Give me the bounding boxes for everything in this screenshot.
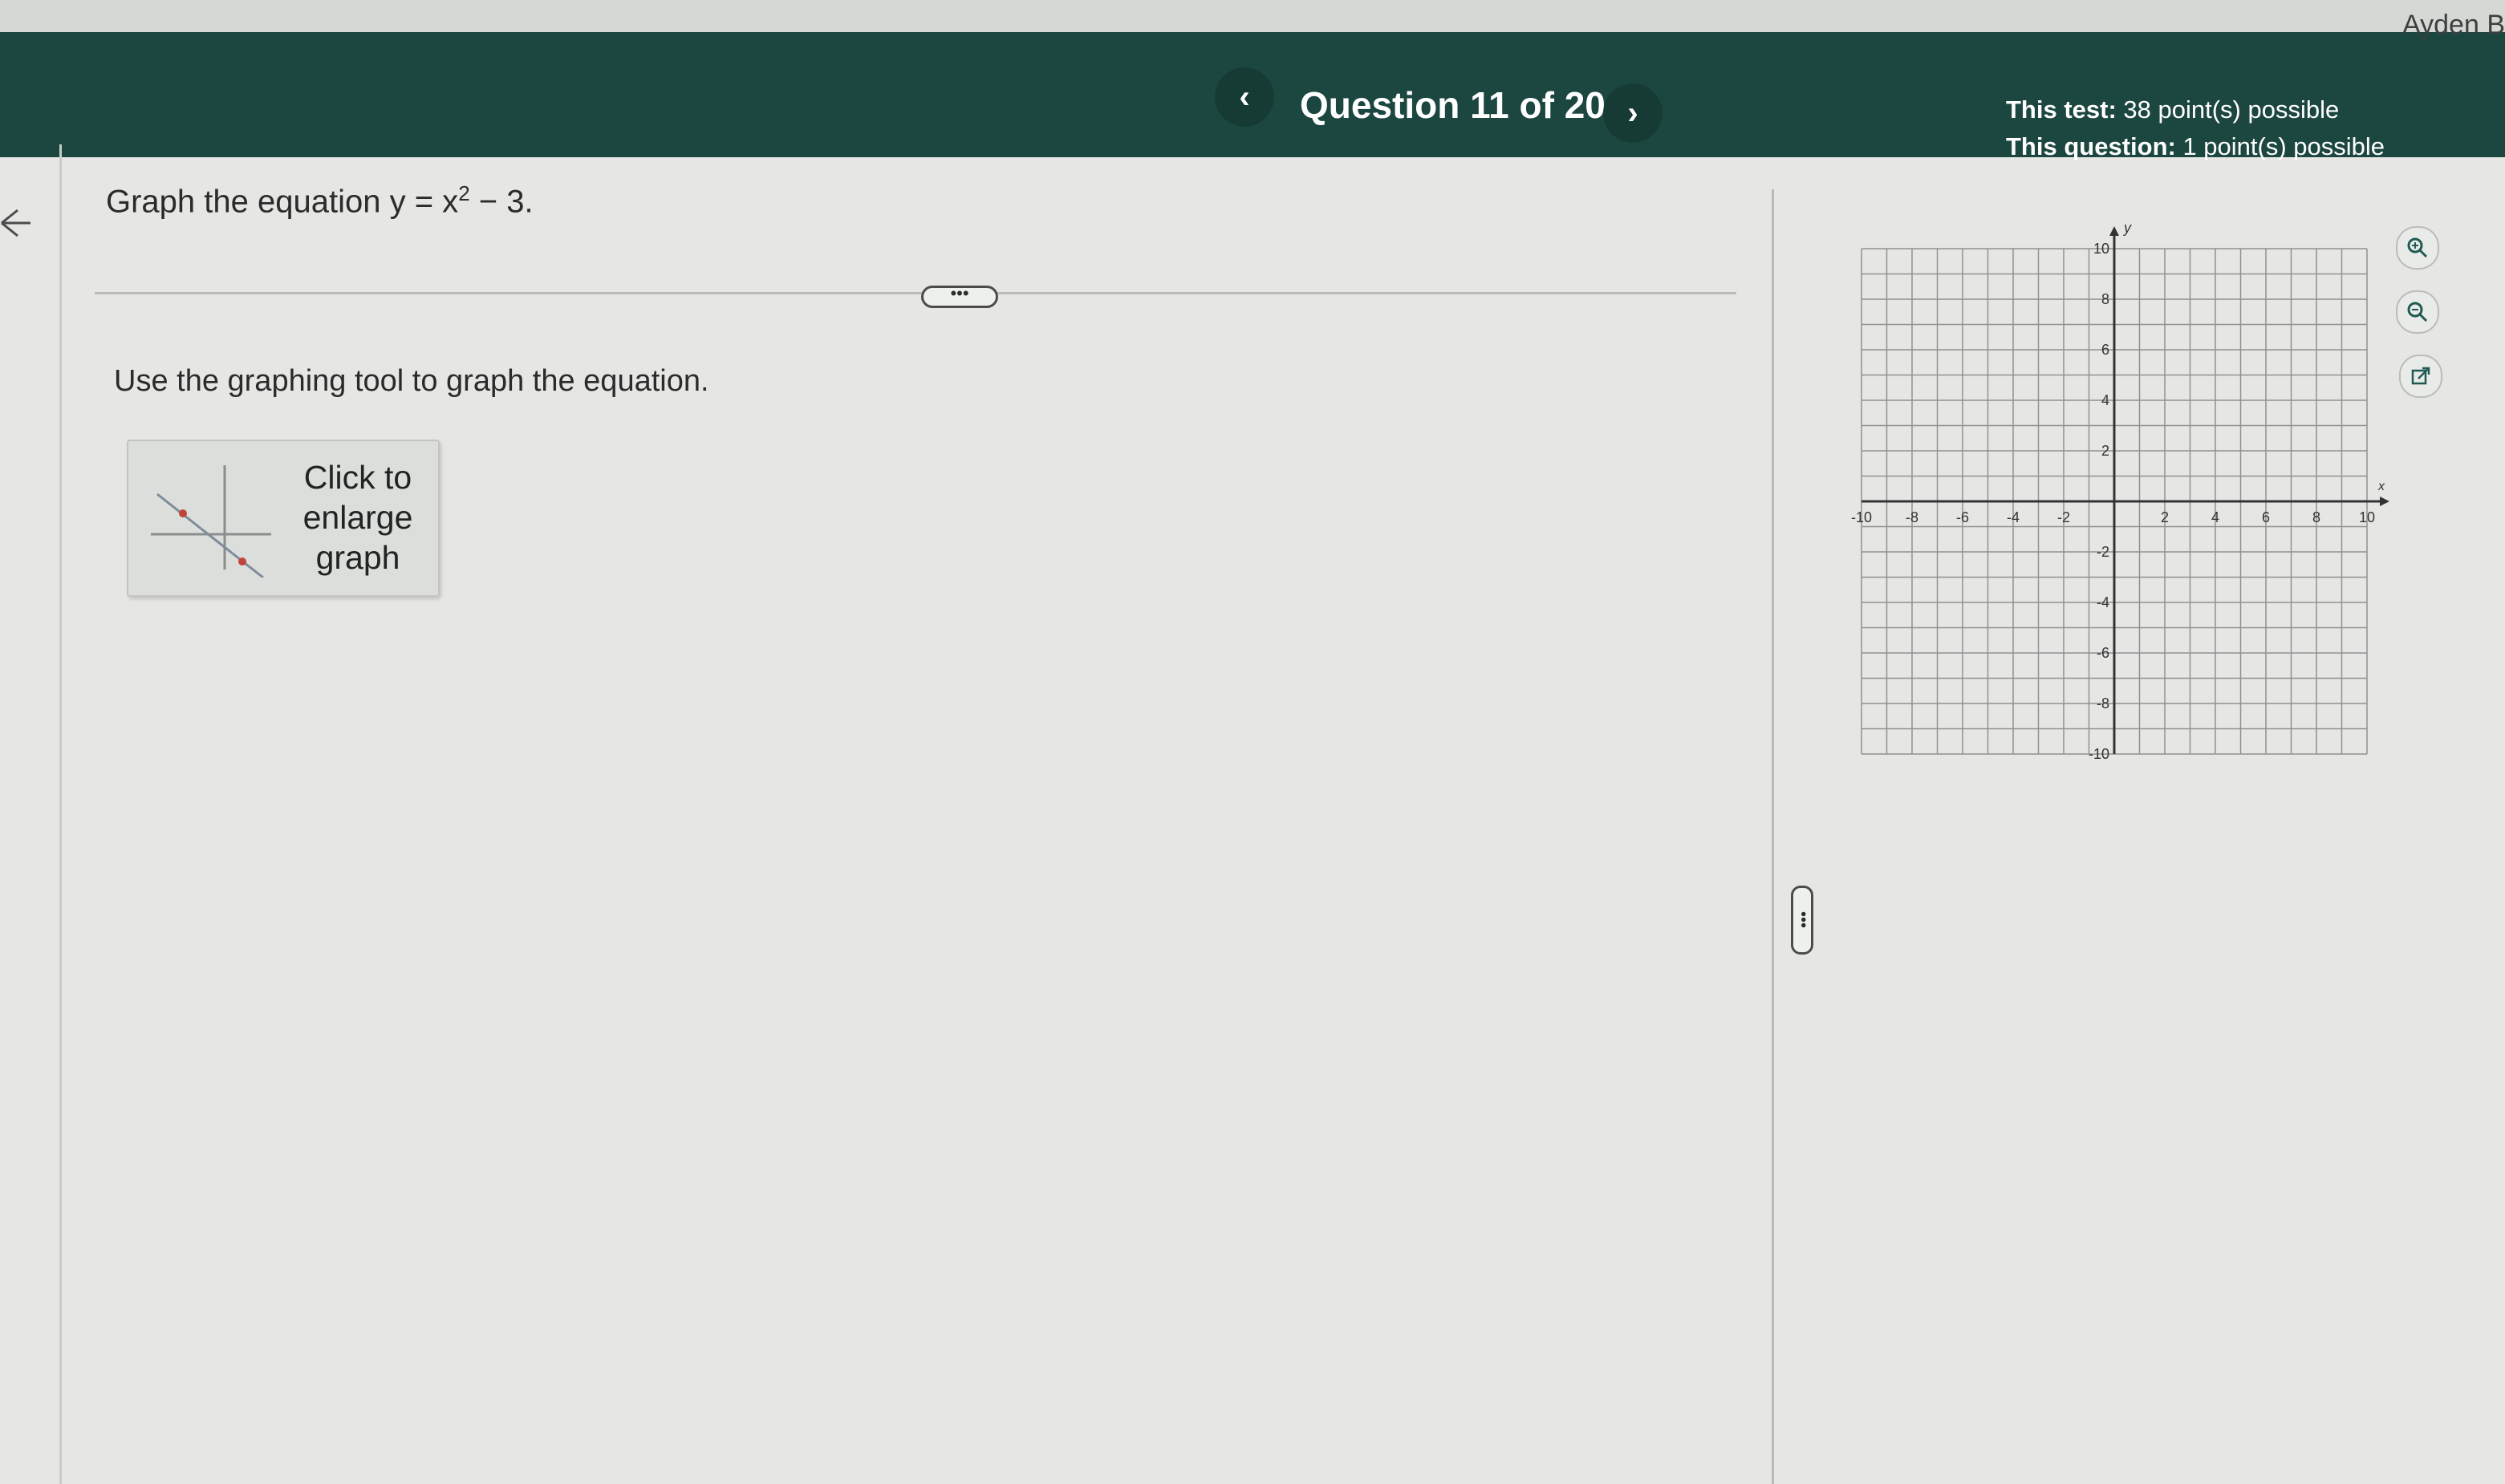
- test-points-label: This test:: [2006, 95, 2117, 124]
- y-tick-label: -4: [2097, 594, 2109, 610]
- question-prompt: Graph the equation y = x2 − 3.: [106, 181, 534, 220]
- x-tick-label: 2: [2161, 509, 2169, 525]
- header-bar: Ayden B ‹ Question 11 of 20 › This test:…: [0, 0, 2505, 160]
- x-axis-arrow: [2380, 497, 2389, 506]
- chevron-right-icon: ›: [1627, 95, 1638, 131]
- pane-divider: [1772, 189, 1774, 1484]
- x-tick-label: -2: [2057, 509, 2070, 525]
- zoom-out-icon: [2407, 302, 2428, 322]
- instruction-text: Use the graphing tool to graph the equat…: [114, 364, 709, 398]
- x-axis-label: x: [2377, 480, 2385, 493]
- previous-question-button[interactable]: ‹: [1215, 67, 1274, 127]
- x-tick-label: 4: [2211, 509, 2219, 525]
- graph-thumbnail-icon: [151, 465, 271, 578]
- prompt-suffix: − 3.: [469, 184, 534, 220]
- y-tick-label: -8: [2097, 695, 2109, 712]
- user-name[interactable]: Ayden B: [2402, 10, 2505, 41]
- y-tick-label: 6: [2101, 342, 2109, 358]
- question-title: Question 11 of 20: [1300, 84, 1606, 126]
- question-points-line: This question: 1 point(s) possible: [2006, 128, 2385, 165]
- prompt-text: Graph the equation y = x: [106, 184, 459, 220]
- y-tick-label: 10: [2093, 241, 2109, 257]
- left-border: [59, 144, 62, 1484]
- x-tick-label: -6: [1956, 509, 1969, 525]
- y-tick-label: -6: [2097, 645, 2109, 661]
- x-tick-label: 10: [2359, 509, 2375, 525]
- y-tick-label: -10: [2089, 746, 2109, 762]
- header-top-strip: [0, 0, 2505, 32]
- enlarge-graph-label: Click to enlarge graph: [302, 459, 413, 576]
- expand-divider-button[interactable]: •••: [921, 285, 998, 308]
- question-points-value: 1 point(s) possible: [2182, 132, 2385, 160]
- enlarge-graph-button[interactable]: Click to enlarge graph: [127, 440, 440, 597]
- graph-axes: [1861, 226, 2389, 754]
- test-points-value: 38 point(s) possible: [2123, 95, 2340, 124]
- y-axis-arrow: [2109, 226, 2119, 236]
- test-points-line: This test: 38 point(s) possible: [2006, 91, 2385, 128]
- x-tick-label: -8: [1906, 509, 1918, 525]
- y-tick-label: 8: [2101, 291, 2109, 307]
- page: Ayden B ‹ Question 11 of 20 › This test:…: [0, 0, 2505, 1484]
- x-tick-label: -10: [1851, 509, 1872, 525]
- chevron-left-icon: ‹: [1239, 79, 1250, 115]
- back-arrow-icon[interactable]: [0, 199, 32, 247]
- x-tick-label: 6: [2262, 509, 2270, 525]
- zoom-in-icon: [2407, 237, 2428, 258]
- question-points-label: This question:: [2006, 132, 2176, 160]
- y-tick-label: -2: [2097, 544, 2109, 560]
- x-tick-label: -4: [2007, 509, 2020, 525]
- popout-icon: [2411, 367, 2430, 385]
- prompt-exponent: 2: [458, 181, 470, 205]
- pane-resize-handle[interactable]: •••: [1791, 886, 1813, 955]
- zoom-in-button[interactable]: [2396, 226, 2439, 270]
- y-tick-label: 2: [2101, 443, 2109, 459]
- y-axis-label: y: [2122, 220, 2132, 236]
- graph-area[interactable]: -10 -8 -6 -4 -2 2 4 6 8 10 10 8 6 4 2 -2 -4 -6 -8 -10 x y: [1845, 217, 2423, 842]
- x-tick-label: 8: [2312, 509, 2320, 525]
- popout-graph-button[interactable]: [2399, 355, 2442, 398]
- next-question-button[interactable]: ›: [1603, 83, 1663, 143]
- y-tick-label: 4: [2101, 392, 2109, 408]
- points-info: This test: 38 point(s) possible This que…: [2006, 91, 2385, 165]
- zoom-out-button[interactable]: [2396, 290, 2439, 334]
- section-divider: [95, 292, 1736, 294]
